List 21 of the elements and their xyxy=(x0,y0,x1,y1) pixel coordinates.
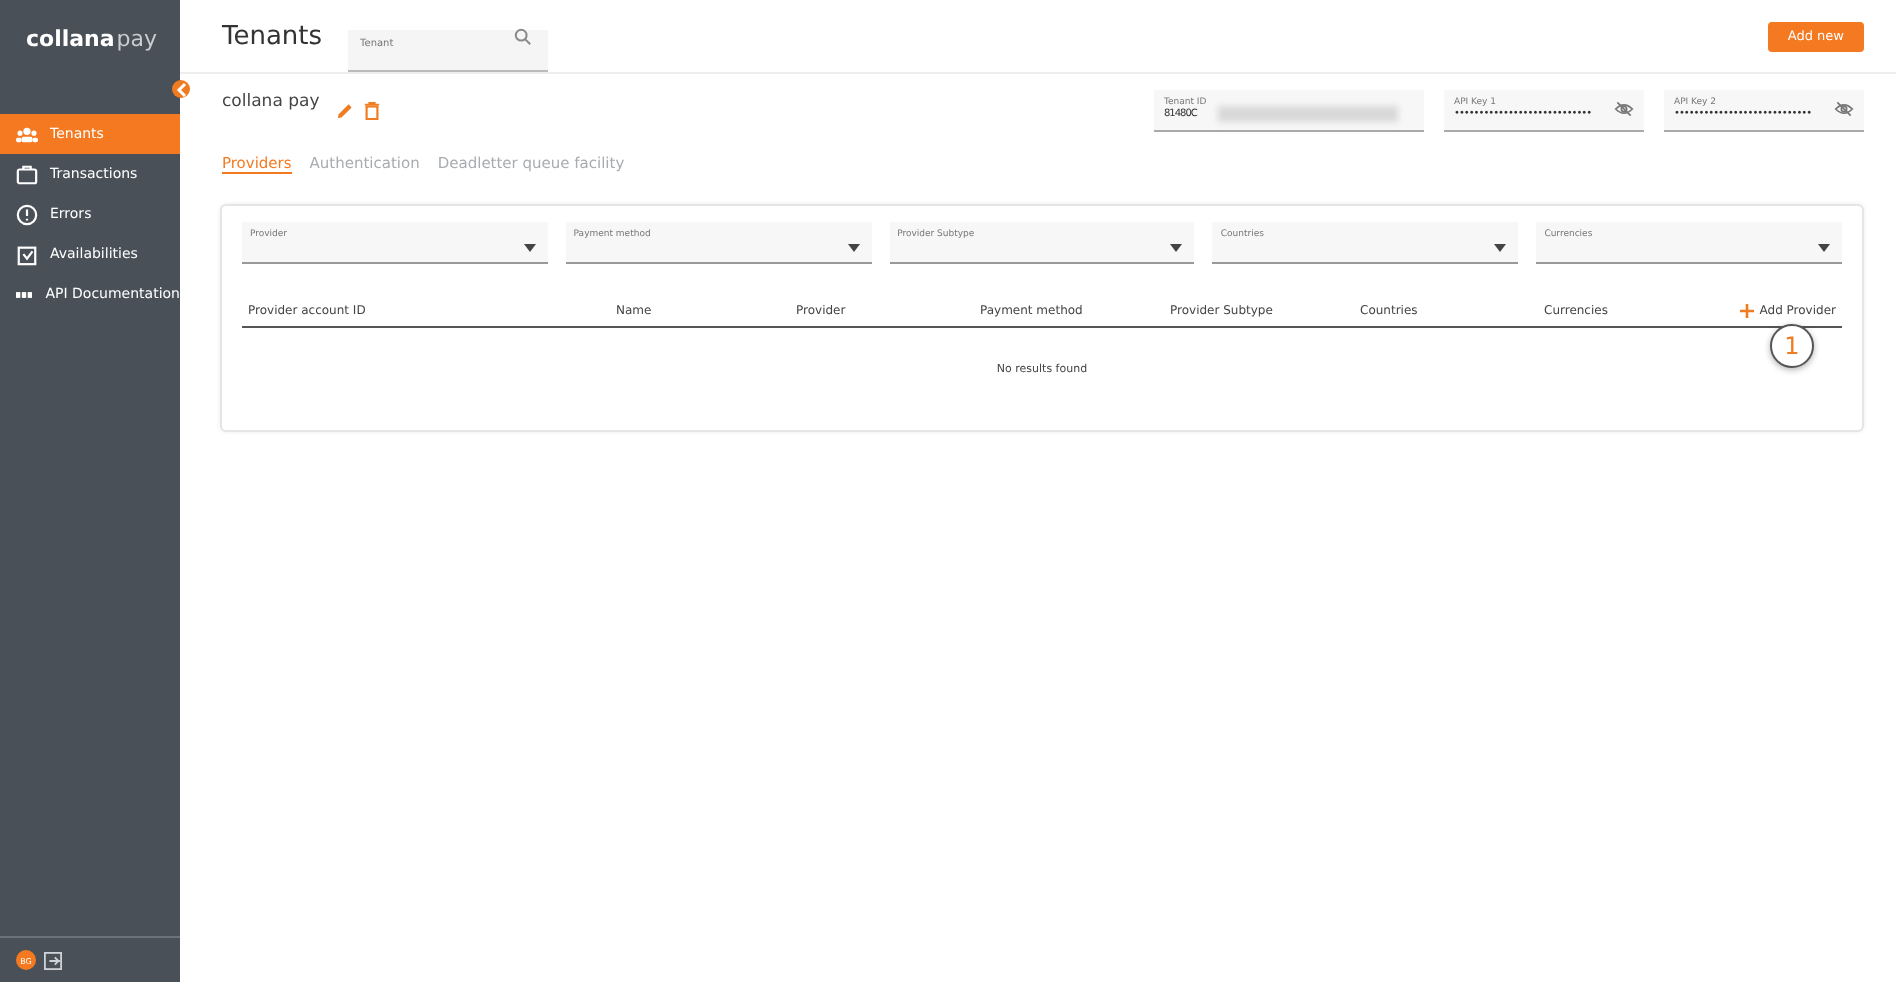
hidden-eye-icon[interactable] xyxy=(1614,100,1634,118)
people-icon xyxy=(16,123,38,145)
collapse-button[interactable] xyxy=(172,80,190,98)
annotation-marker: 1 xyxy=(1770,324,1814,368)
plus-icon xyxy=(1739,304,1754,318)
page-title: Tenants xyxy=(222,21,323,51)
dropdown-arrow-icon xyxy=(523,244,536,252)
briefcase-icon xyxy=(16,163,38,185)
logo-product: pay xyxy=(116,26,158,52)
dropdown-arrow-icon xyxy=(847,244,860,252)
logout-icon[interactable] xyxy=(44,951,62,969)
logo-brand: collana xyxy=(26,26,115,52)
dropdown-arrow-icon xyxy=(1494,244,1507,252)
search-icon xyxy=(514,27,533,45)
delete-icon[interactable] xyxy=(363,101,380,119)
dropdown-arrow-icon xyxy=(1170,244,1183,252)
hidden-eye-icon[interactable] xyxy=(1834,100,1854,118)
edit-icon[interactable] xyxy=(335,101,354,119)
tenant-name: collana pay xyxy=(222,92,320,112)
alert-icon xyxy=(16,203,38,225)
dropdown-arrow-icon xyxy=(1817,244,1830,252)
